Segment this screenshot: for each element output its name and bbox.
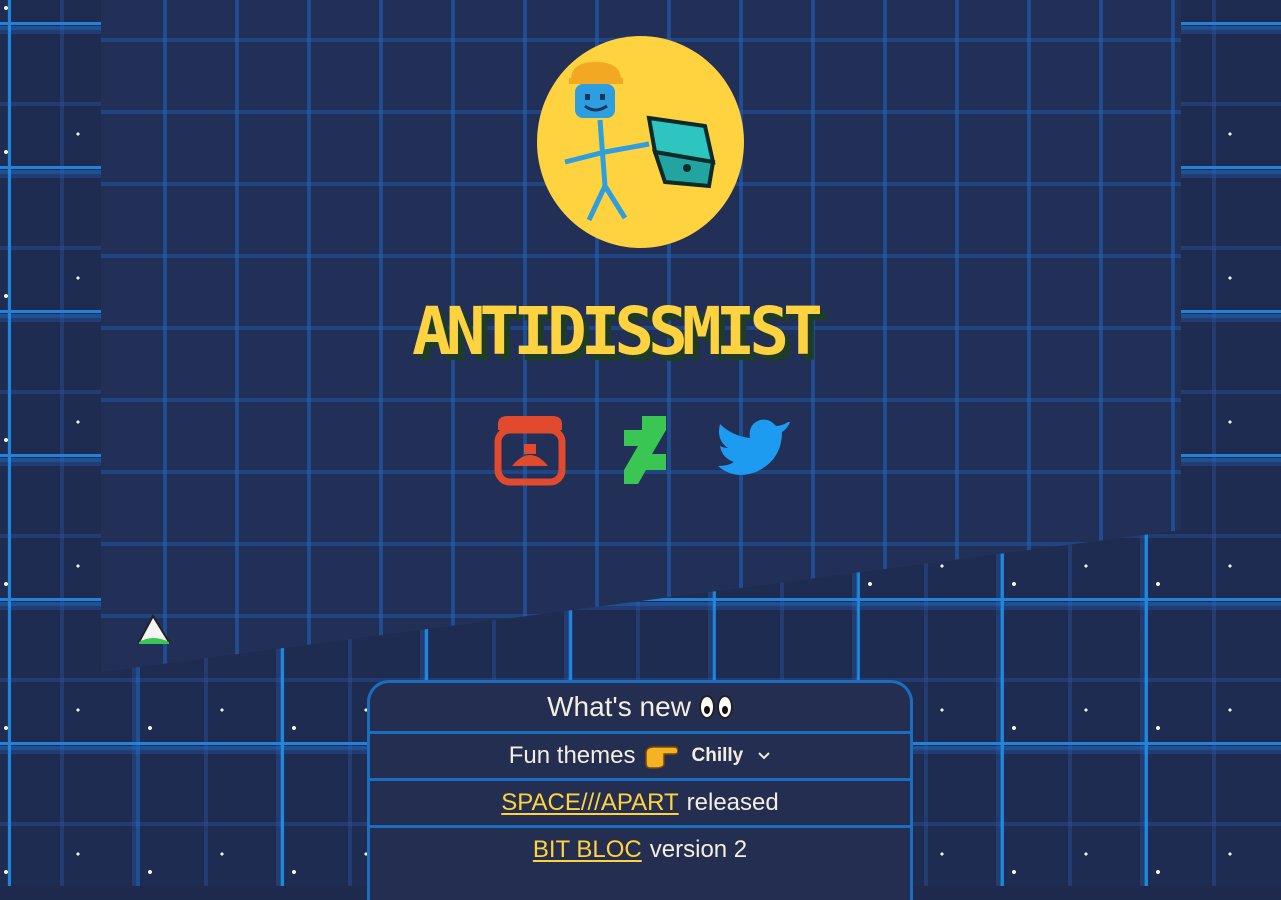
news-link-space-apart[interactable]: SPACE///APART (501, 789, 678, 817)
twitter-link[interactable] (716, 414, 792, 480)
news-text: released (686, 789, 779, 816)
news-item: SPACE///APART released (370, 778, 910, 825)
twitter-icon (718, 419, 790, 475)
site-title-logo: ANTIDISSMIST ANTIDISSMIST (412, 293, 832, 376)
news-item: BIT BLOC version 2 (370, 825, 910, 872)
pointing-hand-icon (644, 746, 678, 769)
itchio-icon (494, 416, 566, 486)
whats-new-header: What's new (370, 683, 910, 731)
deviantart-icon (624, 416, 666, 484)
stick-figure-with-treasure-chest-icon (564, 62, 716, 222)
theme-select-value: Chilly (691, 745, 744, 766)
theme-select[interactable]: Chilly (692, 745, 772, 767)
whats-new-card: What's new Fun themes Chilly SPACE///APA… (367, 680, 913, 900)
whats-new-title: What's new (547, 691, 691, 722)
site-wordmark: ANTIDISSMIST ANTIDISSMIST (410, 293, 872, 376)
themes-label: Fun themes (508, 742, 636, 769)
site-logo[interactable] (537, 36, 744, 248)
itchio-link[interactable] (490, 414, 570, 486)
chevron-down-icon (758, 752, 770, 760)
themes-row: Fun themes Chilly (370, 731, 910, 778)
mountain-icon (137, 613, 171, 651)
news-text: version 2 (649, 836, 748, 863)
news-link-bit-bloc[interactable]: BIT BLOC (533, 836, 642, 864)
deviantart-link[interactable] (622, 414, 668, 486)
eyes-icon (698, 695, 733, 719)
svg-text:ANTIDISSMIST: ANTIDISSMIST (412, 296, 820, 366)
